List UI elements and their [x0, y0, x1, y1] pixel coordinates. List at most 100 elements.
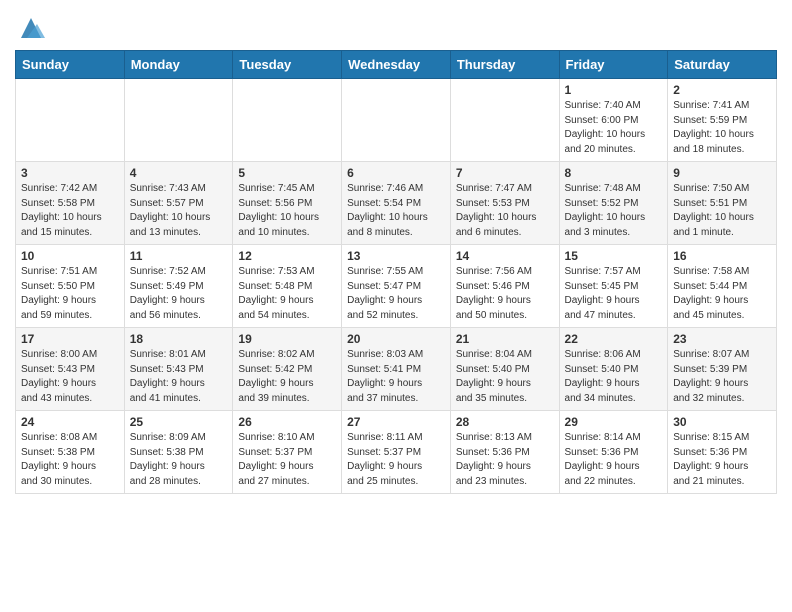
day-number: 28 — [456, 415, 554, 429]
calendar-cell-4-2: 18Sunrise: 8:01 AMSunset: 5:43 PMDayligh… — [124, 328, 233, 411]
day-info: Sunrise: 8:15 AMSunset: 5:36 PMDaylight:… — [673, 431, 771, 489]
day-info: Sunrise: 7:53 AMSunset: 5:48 PMDaylight:… — [238, 265, 336, 323]
calendar-week-row-4: 17 Sunrise: 8:00 AMSunset: 5:43 PMDayligh… — [16, 328, 777, 411]
calendar-cell-2-6: 8 Sunrise: 7:48 AMSunset: 5:52 PMDaylight… — [559, 162, 668, 245]
day-info: Sunrise: 7:43 AMSunset: 5:57 PMDaylight:… — [130, 182, 228, 240]
weekday-header-sunday: Sunday — [16, 51, 125, 79]
day-number: 9 — [673, 166, 771, 180]
day-number: 14 — [456, 249, 554, 263]
day-number: 17 — [21, 332, 119, 346]
day-number: 6 — [347, 166, 445, 180]
day-number: 30 — [673, 415, 771, 429]
calendar-cell-1-7: 2Sunrise: 7:41 AMSunset: 5:59 PMDaylight… — [668, 79, 777, 162]
logo-icon — [17, 14, 45, 42]
calendar-body: 1 Sunrise: 7:40 AMSunset: 6:00 PMDaylight… — [16, 79, 777, 494]
day-number: 15 — [565, 249, 663, 263]
day-number: 13 — [347, 249, 445, 263]
day-info: Sunrise: 8:02 AMSunset: 5:42 PMDaylight:… — [238, 348, 336, 406]
day-number: 16 — [673, 249, 771, 263]
day-info: Sunrise: 7:48 AMSunset: 5:52 PMDaylight:… — [565, 182, 663, 240]
day-info: Sunrise: 8:09 AMSunset: 5:38 PMDaylight:… — [130, 431, 228, 489]
page: SundayMondayTuesdayWednesdayThursdayFrid… — [0, 0, 792, 509]
calendar-week-row-5: 24 Sunrise: 8:08 AMSunset: 5:38 PMDayligh… — [16, 411, 777, 494]
day-number: 4 — [130, 166, 228, 180]
calendar-cell-4-3: 19Sunrise: 8:02 AMSunset: 5:42 PMDayligh… — [233, 328, 342, 411]
calendar-cell-4-7: 23 Sunrise: 8:07 AMSunset: 5:39 PMDayligh… — [668, 328, 777, 411]
calendar-cell-4-5: 21Sunrise: 8:04 AMSunset: 5:40 PMDayligh… — [450, 328, 559, 411]
calendar-cell-3-3: 12 Sunrise: 7:53 AMSunset: 5:48 PMDayligh… — [233, 245, 342, 328]
calendar-cell-2-1: 3 Sunrise: 7:42 AMSunset: 5:58 PMDaylight… — [16, 162, 125, 245]
day-info: Sunrise: 8:10 AMSunset: 5:37 PMDaylight:… — [238, 431, 336, 489]
calendar-cell-3-2: 11Sunrise: 7:52 AMSunset: 5:49 PMDayligh… — [124, 245, 233, 328]
day-info: Sunrise: 8:04 AMSunset: 5:40 PMDaylight:… — [456, 348, 554, 406]
calendar-cell-4-6: 22 Sunrise: 8:06 AMSunset: 5:40 PMDayligh… — [559, 328, 668, 411]
calendar-cell-5-7: 30 Sunrise: 8:15 AMSunset: 5:36 PMDayligh… — [668, 411, 777, 494]
calendar-cell-5-6: 29 Sunrise: 8:14 AMSunset: 5:36 PMDayligh… — [559, 411, 668, 494]
day-number: 27 — [347, 415, 445, 429]
day-number: 29 — [565, 415, 663, 429]
calendar-week-row-1: 1 Sunrise: 7:40 AMSunset: 6:00 PMDaylight… — [16, 79, 777, 162]
day-info: Sunrise: 8:11 AMSunset: 5:37 PMDaylight:… — [347, 431, 445, 489]
calendar-cell-4-4: 20 Sunrise: 8:03 AMSunset: 5:41 PMDayligh… — [342, 328, 451, 411]
day-info: Sunrise: 8:00 AMSunset: 5:43 PMDaylight:… — [21, 348, 119, 406]
day-info: Sunrise: 7:45 AMSunset: 5:56 PMDaylight:… — [238, 182, 336, 240]
day-number: 8 — [565, 166, 663, 180]
day-info: Sunrise: 7:46 AMSunset: 5:54 PMDaylight:… — [347, 182, 445, 240]
day-info: Sunrise: 8:13 AMSunset: 5:36 PMDaylight:… — [456, 431, 554, 489]
day-number: 11 — [130, 249, 228, 263]
weekday-header-row: SundayMondayTuesdayWednesdayThursdayFrid… — [16, 51, 777, 79]
day-info: Sunrise: 7:40 AMSunset: 6:00 PMDaylight:… — [565, 99, 663, 157]
day-info: Sunrise: 8:03 AMSunset: 5:41 PMDaylight:… — [347, 348, 445, 406]
day-info: Sunrise: 7:56 AMSunset: 5:46 PMDaylight:… — [456, 265, 554, 323]
calendar-cell-1-4 — [342, 79, 451, 162]
day-info: Sunrise: 8:01 AMSunset: 5:43 PMDaylight:… — [130, 348, 228, 406]
day-number: 12 — [238, 249, 336, 263]
calendar-cell-5-5: 28 Sunrise: 8:13 AMSunset: 5:36 PMDayligh… — [450, 411, 559, 494]
weekday-header-tuesday: Tuesday — [233, 51, 342, 79]
calendar-cell-5-4: 27 Sunrise: 8:11 AMSunset: 5:37 PMDayligh… — [342, 411, 451, 494]
weekday-header-thursday: Thursday — [450, 51, 559, 79]
day-number: 25 — [130, 415, 228, 429]
calendar-table: SundayMondayTuesdayWednesdayThursdayFrid… — [15, 50, 777, 494]
day-number: 1 — [565, 83, 663, 97]
day-info: Sunrise: 8:06 AMSunset: 5:40 PMDaylight:… — [565, 348, 663, 406]
logo — [15, 16, 45, 42]
calendar-cell-2-5: 7 Sunrise: 7:47 AMSunset: 5:53 PMDaylight… — [450, 162, 559, 245]
day-number: 7 — [456, 166, 554, 180]
calendar-cell-5-3: 26 Sunrise: 8:10 AMSunset: 5:37 PMDayligh… — [233, 411, 342, 494]
day-number: 23 — [673, 332, 771, 346]
day-info: Sunrise: 7:41 AMSunset: 5:59 PMDaylight:… — [673, 99, 771, 157]
day-info: Sunrise: 8:07 AMSunset: 5:39 PMDaylight:… — [673, 348, 771, 406]
calendar-cell-3-7: 16 Sunrise: 7:58 AMSunset: 5:44 PMDayligh… — [668, 245, 777, 328]
calendar-cell-3-4: 13Sunrise: 7:55 AMSunset: 5:47 PMDayligh… — [342, 245, 451, 328]
calendar-cell-3-1: 10 Sunrise: 7:51 AMSunset: 5:50 PMDayligh… — [16, 245, 125, 328]
calendar-week-row-3: 10 Sunrise: 7:51 AMSunset: 5:50 PMDayligh… — [16, 245, 777, 328]
calendar-header: SundayMondayTuesdayWednesdayThursdayFrid… — [16, 51, 777, 79]
day-info: Sunrise: 7:42 AMSunset: 5:58 PMDaylight:… — [21, 182, 119, 240]
calendar-cell-3-5: 14 Sunrise: 7:56 AMSunset: 5:46 PMDayligh… — [450, 245, 559, 328]
day-number: 24 — [21, 415, 119, 429]
day-number: 3 — [21, 166, 119, 180]
day-info: Sunrise: 7:51 AMSunset: 5:50 PMDaylight:… — [21, 265, 119, 323]
calendar-cell-2-4: 6 Sunrise: 7:46 AMSunset: 5:54 PMDaylight… — [342, 162, 451, 245]
day-number: 22 — [565, 332, 663, 346]
calendar-cell-2-3: 5 Sunrise: 7:45 AMSunset: 5:56 PMDaylight… — [233, 162, 342, 245]
calendar-cell-4-1: 17 Sunrise: 8:00 AMSunset: 5:43 PMDayligh… — [16, 328, 125, 411]
weekday-header-friday: Friday — [559, 51, 668, 79]
calendar-cell-2-2: 4 Sunrise: 7:43 AMSunset: 5:57 PMDaylight… — [124, 162, 233, 245]
day-number: 5 — [238, 166, 336, 180]
day-info: Sunrise: 8:08 AMSunset: 5:38 PMDaylight:… — [21, 431, 119, 489]
calendar-cell-1-6: 1 Sunrise: 7:40 AMSunset: 6:00 PMDaylight… — [559, 79, 668, 162]
day-number: 20 — [347, 332, 445, 346]
day-number: 10 — [21, 249, 119, 263]
calendar-cell-1-1 — [16, 79, 125, 162]
day-info: Sunrise: 7:58 AMSunset: 5:44 PMDaylight:… — [673, 265, 771, 323]
day-info: Sunrise: 8:14 AMSunset: 5:36 PMDaylight:… — [565, 431, 663, 489]
day-info: Sunrise: 7:57 AMSunset: 5:45 PMDaylight:… — [565, 265, 663, 323]
weekday-header-wednesday: Wednesday — [342, 51, 451, 79]
day-info: Sunrise: 7:47 AMSunset: 5:53 PMDaylight:… — [456, 182, 554, 240]
day-number: 26 — [238, 415, 336, 429]
day-info: Sunrise: 7:50 AMSunset: 5:51 PMDaylight:… — [673, 182, 771, 240]
calendar-cell-5-2: 25 Sunrise: 8:09 AMSunset: 5:38 PMDayligh… — [124, 411, 233, 494]
calendar-cell-3-6: 15 Sunrise: 7:57 AMSunset: 5:45 PMDayligh… — [559, 245, 668, 328]
